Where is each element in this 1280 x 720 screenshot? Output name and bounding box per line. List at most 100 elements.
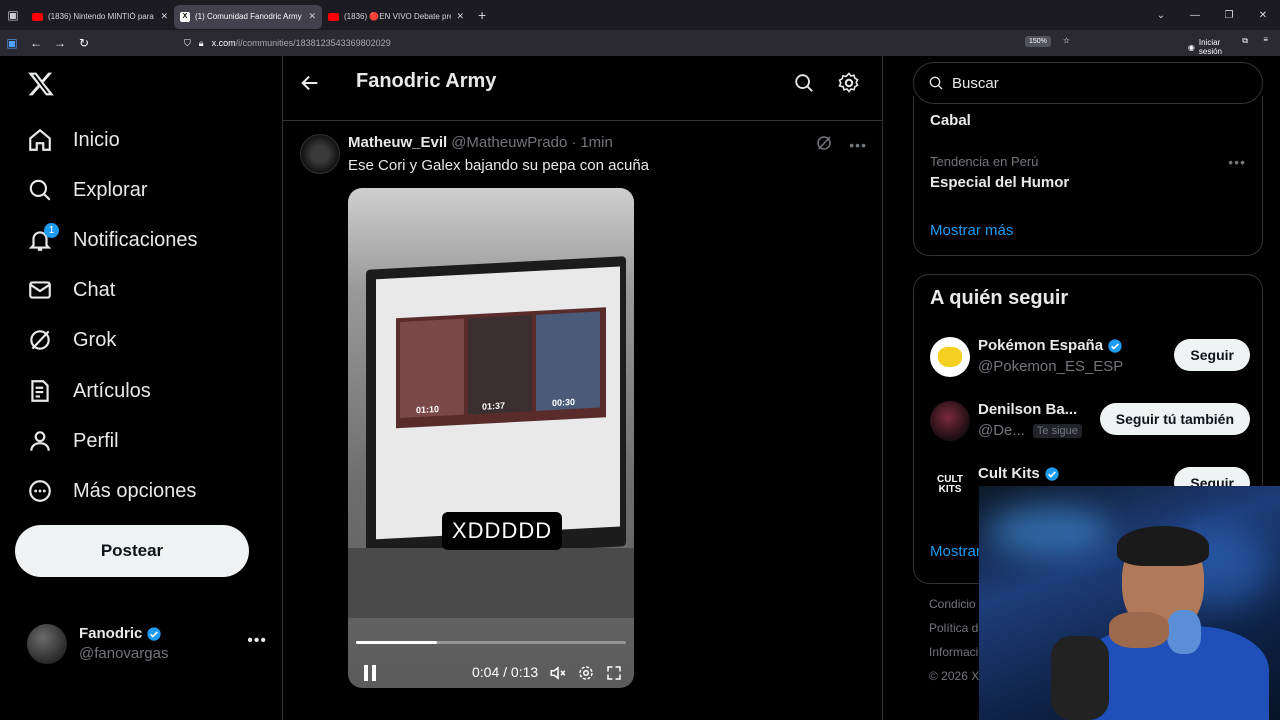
- trend-item[interactable]: Cabal: [930, 112, 971, 129]
- gear-icon[interactable]: [837, 71, 861, 95]
- suggestion-name: Pokémon España: [978, 337, 1104, 354]
- extensions-icon[interactable]: ⧉: [1242, 36, 1248, 46]
- browser-tab-2[interactable]: X (1) Comunidad Fanodric Army / ✕: [174, 4, 322, 29]
- x-logo-icon[interactable]: [27, 70, 55, 98]
- suggestion-name: Denilson Ba...: [978, 401, 1078, 418]
- webcam-light: [989, 506, 1109, 556]
- mute-icon[interactable]: [549, 664, 567, 682]
- search-icon[interactable]: [793, 72, 815, 94]
- tab-title: (1836) Nintendo MINTIÓ para h: [48, 12, 156, 21]
- close-icon[interactable]: ✕: [456, 11, 464, 22]
- address-bar[interactable]: ⛉ 🔒︎ x.com/i/communities/183812354336980…: [176, 32, 1076, 54]
- footer-link[interactable]: Política de: [929, 616, 985, 640]
- window-controls: ⌄ — ❐ ✕: [1144, 0, 1280, 30]
- signin-button[interactable]: ◉ Iniciar sesión: [1188, 38, 1222, 56]
- back-icon[interactable]: ←: [24, 30, 48, 56]
- show-more-link[interactable]: Mostrar más: [930, 222, 1013, 239]
- nav-item-explorar[interactable]: Explorar: [27, 170, 147, 210]
- webcam-person-hand: [1109, 612, 1169, 648]
- video-frame-desk: [348, 548, 634, 618]
- minimize-icon[interactable]: —: [1178, 10, 1212, 21]
- forward-icon[interactable]: →: [48, 30, 72, 56]
- trends-panel: Cabal Tendencia en Perú Especial del Hum…: [913, 96, 1263, 256]
- browser-tab-1[interactable]: (1836) Nintendo MINTIÓ para h ✕: [26, 5, 174, 29]
- browser-tab-bar: ▣ (1836) Nintendo MINTIÓ para h ✕ X (1) …: [0, 0, 1280, 30]
- avatar[interactable]: [930, 401, 970, 441]
- grok-icon: [27, 327, 53, 353]
- fullscreen-icon[interactable]: [605, 664, 623, 682]
- post-timestamp[interactable]: 1min: [580, 134, 613, 151]
- url-host: x.com: [211, 38, 236, 48]
- post-button[interactable]: Postear: [15, 525, 249, 577]
- post-text: Ese Cori y Galex bajando su pepa con acu…: [348, 157, 650, 174]
- mail-icon: [27, 277, 53, 303]
- footer-link[interactable]: Informació: [929, 640, 985, 664]
- footer-link[interactable]: Condicio: [929, 592, 985, 616]
- screen-time-text: 01:37: [482, 400, 506, 412]
- nav-item-chat[interactable]: Chat: [27, 270, 115, 310]
- nav-item-notificaciones[interactable]: 1 Notificaciones: [27, 220, 198, 260]
- page-title: Fanodric Army: [356, 70, 497, 92]
- post[interactable]: Matheuw_Evil @MatheuwPrado · 1min ••• Es…: [283, 122, 882, 720]
- chevron-down-icon[interactable]: ⌄: [1144, 10, 1178, 21]
- url-path: /i/communities/1838123543369802029: [235, 38, 391, 48]
- more-horizontal-icon[interactable]: •••: [247, 632, 267, 650]
- avatar[interactable]: [930, 337, 970, 377]
- follow-suggestion[interactable]: Pokémon España @Pokemon_ES_ESP Seguir: [930, 335, 1250, 379]
- youtube-icon: [32, 12, 43, 21]
- search-icon: [27, 177, 53, 203]
- avatar[interactable]: CULT KITS: [930, 465, 970, 505]
- bell-icon: 1: [27, 223, 59, 253]
- pause-icon[interactable]: [362, 664, 378, 682]
- close-window-icon[interactable]: ✕: [1246, 10, 1280, 21]
- more-horizontal-icon[interactable]: •••: [1228, 154, 1246, 170]
- community-timeline: Fanodric Army Matheuw_Evil @MatheuwPrado…: [282, 56, 883, 720]
- home-icon: [27, 127, 53, 153]
- video-player[interactable]: 01:10 01:37 00:30 XDDDDD 0:04 / 0:13: [348, 188, 634, 688]
- reload-icon[interactable]: ↻: [72, 30, 96, 56]
- post-author-handle[interactable]: @MatheuwPrado: [451, 134, 567, 151]
- person-icon: [27, 428, 53, 454]
- lock-icon[interactable]: 🔒︎: [199, 38, 204, 49]
- trend-item[interactable]: Especial del Humor: [930, 174, 1069, 191]
- zoom-level-badge[interactable]: 150%: [1025, 36, 1051, 47]
- show-more-link[interactable]: Mostrar: [930, 543, 981, 560]
- avatar[interactable]: [300, 134, 340, 174]
- browser-tab-3[interactable]: (1836) 🔴EN VIVO Debate pres ✕: [322, 5, 470, 29]
- new-tab-plus-icon[interactable]: +: [478, 7, 486, 23]
- account-name: Fanodric: [79, 625, 143, 642]
- nav-item-inicio[interactable]: Inicio: [27, 120, 120, 160]
- nav-item-perfil[interactable]: Perfil: [27, 421, 119, 461]
- nav-label: Chat: [73, 278, 116, 301]
- close-icon[interactable]: ✕: [160, 11, 168, 22]
- star-icon[interactable]: ☆: [1063, 36, 1070, 45]
- nav-item-articulos[interactable]: Artículos: [27, 371, 151, 411]
- follow-button[interactable]: Seguir: [1174, 339, 1250, 371]
- shield-icon[interactable]: ⛉: [184, 38, 191, 49]
- back-arrow-icon[interactable]: [299, 72, 321, 94]
- follow-back-button[interactable]: Seguir tú también: [1099, 403, 1250, 435]
- settings-icon[interactable]: [577, 664, 595, 682]
- account-switcher[interactable]: Fanodric @fanovargas •••: [27, 622, 267, 666]
- screen-time-text: 01:10: [416, 403, 440, 416]
- avatar: [27, 624, 67, 664]
- tab-list-icon[interactable]: ▣: [0, 0, 26, 30]
- sidebar-toggle-icon[interactable]: ▣: [0, 30, 24, 56]
- follows-you-badge: Te sigue: [1032, 423, 1082, 438]
- tab-title: (1836) 🔴EN VIVO Debate pres: [344, 12, 452, 21]
- search-input[interactable]: Buscar: [913, 62, 1263, 104]
- restore-icon[interactable]: ❐: [1212, 10, 1246, 21]
- suggestion-handle: @Pokemon_ES_ESP: [978, 358, 1124, 375]
- video-timecode: 0:04 / 0:13: [472, 664, 539, 680]
- video-progress-bar[interactable]: [356, 641, 626, 644]
- grok-icon[interactable]: [815, 134, 833, 155]
- menu-icon[interactable]: ≡: [1263, 35, 1268, 44]
- follow-suggestion[interactable]: Denilson Ba... @De... Te sigue Seguir tú…: [930, 399, 1250, 443]
- more-horizontal-icon[interactable]: •••: [849, 137, 867, 153]
- nav-item-mas-opciones[interactable]: Más opciones: [27, 471, 196, 511]
- post-author-name[interactable]: Matheuw_Evil: [348, 134, 447, 151]
- video-frame-thumbnail: 01:10 01:37 00:30: [396, 307, 606, 429]
- close-icon[interactable]: ✕: [308, 11, 316, 22]
- search-placeholder: Buscar: [952, 74, 999, 92]
- nav-item-grok[interactable]: Grok: [27, 320, 116, 360]
